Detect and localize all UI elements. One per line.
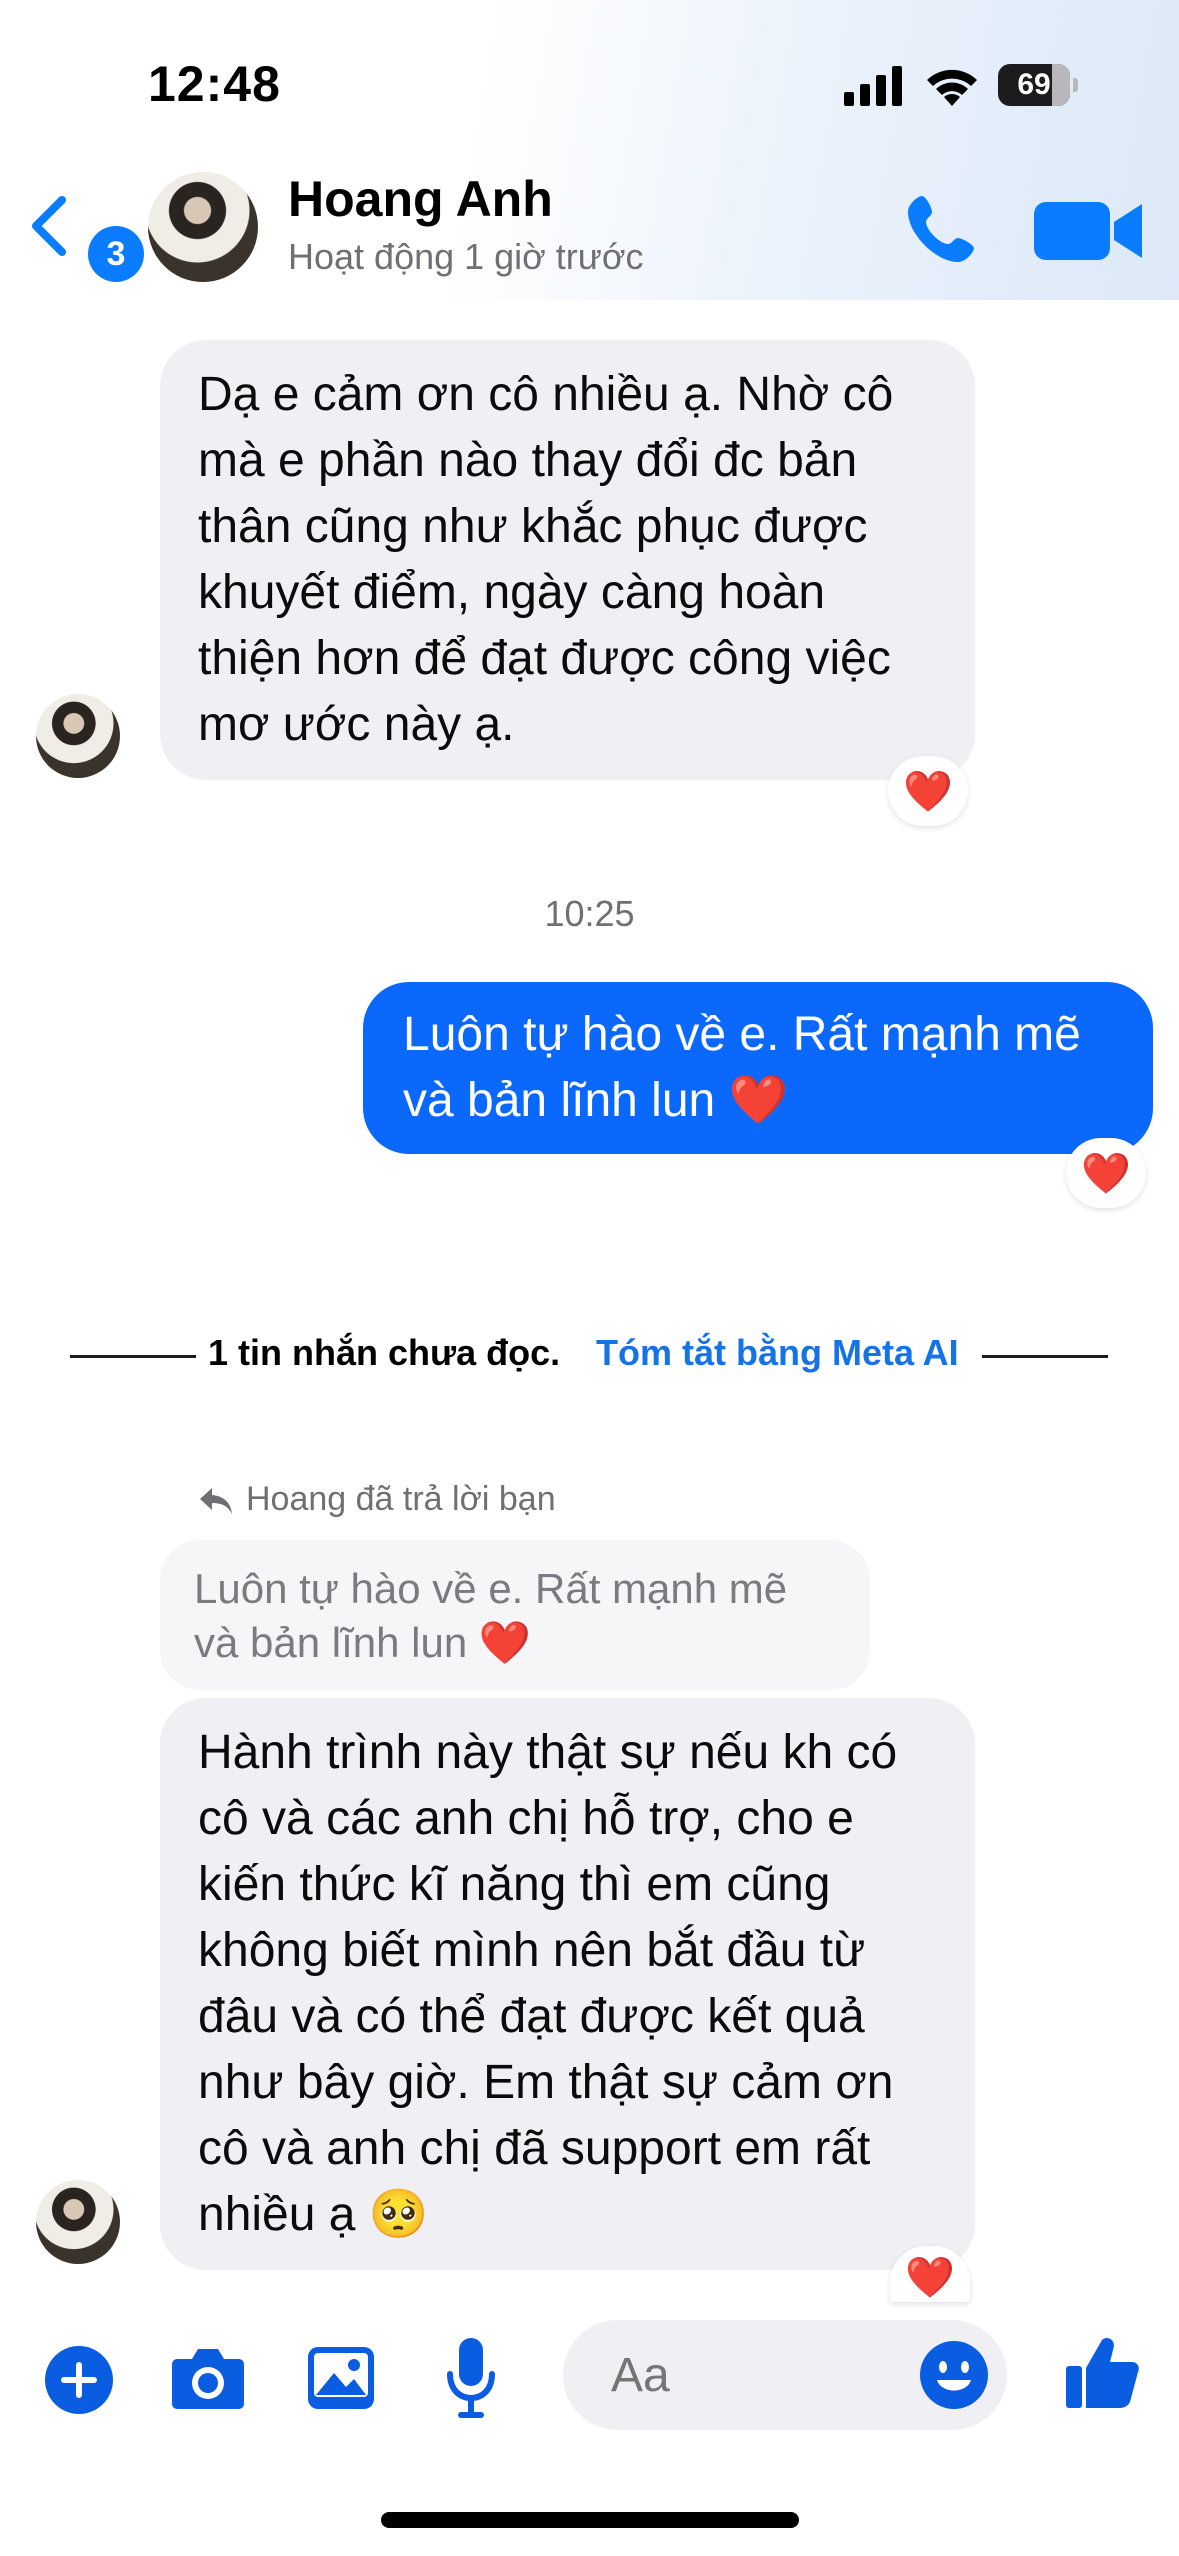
thumbs-up-icon[interactable] xyxy=(1064,2334,1140,2410)
plus-icon[interactable] xyxy=(44,2345,114,2415)
status-bar: 12:48 69 xyxy=(0,0,1179,160)
battery-icon: 69 xyxy=(998,64,1078,106)
camera-icon[interactable] xyxy=(170,2345,246,2411)
message-line: Dạ e cảm ơn cô nhiều ạ. Nhờ cô xyxy=(198,368,894,421)
reply-label: Hoang đã trả lời bạn xyxy=(246,1480,556,1518)
contact-avatar[interactable] xyxy=(148,172,258,282)
microphone-icon[interactable] xyxy=(446,2336,496,2420)
emoji-icon[interactable] xyxy=(919,2340,989,2410)
signal-icon xyxy=(844,66,902,106)
battery-level: 69 xyxy=(1017,68,1051,101)
message-line: khuyết điểm, ngày càng hoàn xyxy=(198,566,826,619)
conversation-header: 3 Hoang Anh Hoạt động 1 giờ trước xyxy=(0,160,1179,300)
contact-name[interactable]: Hoang Anh xyxy=(288,170,553,228)
message-input[interactable] xyxy=(611,2345,851,2405)
heart-reaction[interactable]: ❤️ xyxy=(1066,1138,1146,1208)
unread-divider: 1 tin nhắn chưa đọc. Tóm tắt bằng Meta A… xyxy=(0,1328,1179,1384)
video-camera-icon[interactable] xyxy=(1030,196,1150,266)
message-line: thiện hơn để đạt được công việc xyxy=(198,632,891,685)
home-indicator[interactable] xyxy=(381,2512,799,2528)
message-line: nhiều ạ 🥺 xyxy=(198,2188,429,2241)
heart-reaction[interactable]: ❤️ xyxy=(890,2246,970,2302)
message-line: như bây giờ. Em thật sự cảm ơn xyxy=(198,2056,894,2109)
status-time: 12:48 xyxy=(148,56,281,112)
back-chevron-icon xyxy=(32,196,66,256)
message-line: và bản lĩnh lun ❤️ xyxy=(403,1074,789,1127)
sender-avatar[interactable] xyxy=(36,2180,120,2264)
divider-line xyxy=(982,1355,1108,1358)
wifi-icon xyxy=(927,69,977,106)
heart-reaction[interactable]: ❤️ xyxy=(888,756,968,826)
message-line: mơ ước này ạ. xyxy=(198,698,515,751)
message-line: mà e phần nào thay đổi đc bản xyxy=(198,434,858,487)
reply-arrow-icon xyxy=(200,1488,232,1514)
quote-line: Luôn tự hào về e. Rất mạnh mẽ xyxy=(194,1565,788,1612)
message-composer xyxy=(0,2300,1179,2460)
message-line: kiến thức kĩ năng thì em cũng xyxy=(198,1858,831,1911)
divider-line xyxy=(70,1355,196,1358)
image-icon[interactable] xyxy=(306,2345,376,2411)
quote-line: và bản lĩnh lun ❤️ xyxy=(194,1619,532,1666)
unread-count-badge: 3 xyxy=(88,226,144,282)
sender-avatar[interactable] xyxy=(36,694,120,778)
incoming-message[interactable]: Dạ e cảm ơn cô nhiều ạ. Nhờ cô mà e phần… xyxy=(160,340,975,780)
incoming-message[interactable]: Hành trình này thật sự nếu kh có cô và c… xyxy=(160,1698,975,2270)
message-line: cô và anh chị đã support em rất xyxy=(198,2122,871,2175)
message-line: Luôn tự hào về e. Rất mạnh mẽ xyxy=(403,1008,1081,1061)
message-line: thân cũng như khắc phục được xyxy=(198,500,868,553)
outgoing-message[interactable]: Luôn tự hào về e. Rất mạnh mẽ và bản lĩn… xyxy=(363,982,1153,1154)
quoted-message[interactable]: Luôn tự hào về e. Rất mạnh mẽ và bản lĩn… xyxy=(160,1540,870,1690)
meta-ai-summary-link[interactable]: Tóm tắt bằng Meta AI xyxy=(596,1332,959,1374)
message-line: cô và các anh chị hỗ trợ, cho e xyxy=(198,1792,854,1845)
contact-status: Hoạt động 1 giờ trước xyxy=(288,236,644,277)
message-line: đâu và có thể đạt được kết quả xyxy=(198,1990,865,2043)
unread-text: 1 tin nhắn chưa đọc. xyxy=(208,1332,561,1373)
message-input-field[interactable] xyxy=(563,2320,1007,2430)
phone-icon[interactable] xyxy=(900,190,980,270)
timestamp: 10:25 xyxy=(544,893,635,934)
message-line: không biết mình nên bắt đầu từ xyxy=(198,1924,866,1977)
back-button[interactable]: 3 xyxy=(26,190,144,282)
message-line: Hành trình này thật sự nếu kh có xyxy=(198,1726,898,1779)
